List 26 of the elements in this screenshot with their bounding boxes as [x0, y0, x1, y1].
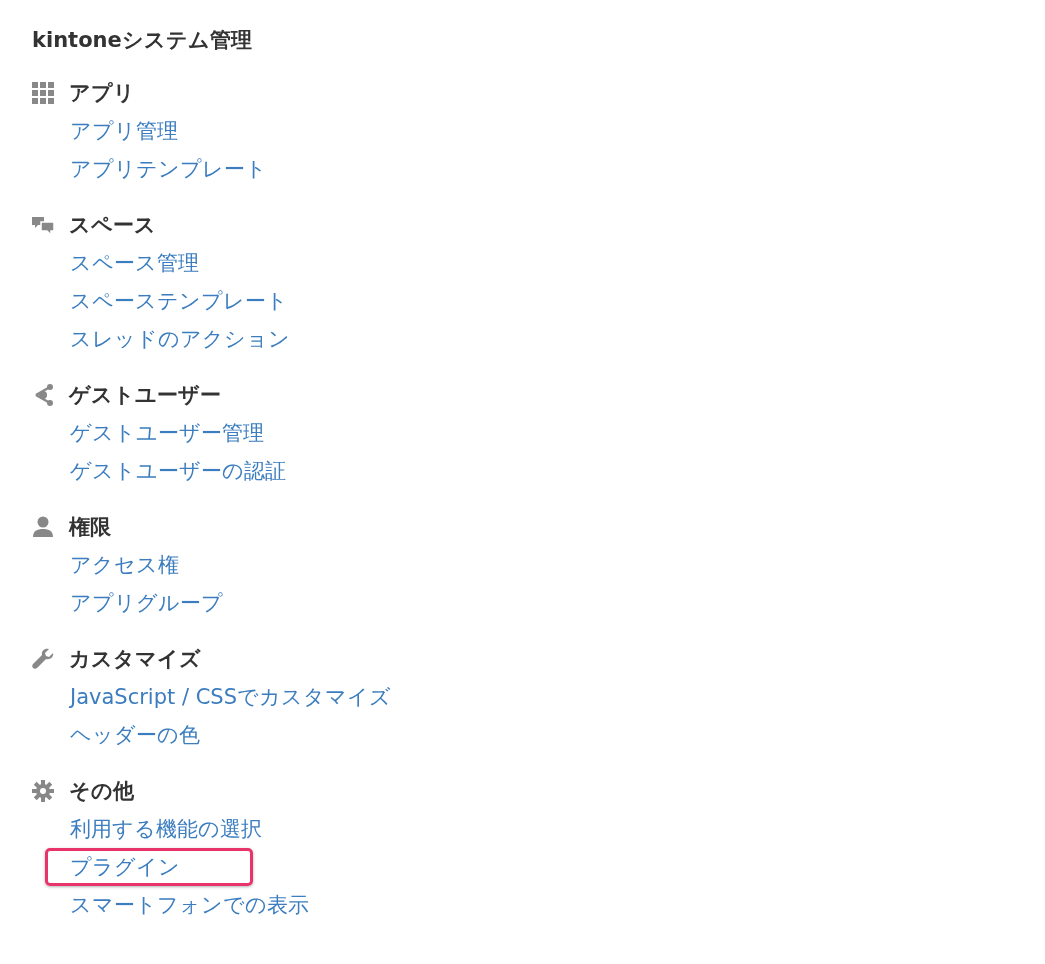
menu-link[interactable]: ゲストユーザーの認証: [70, 452, 286, 490]
menu-link[interactable]: スマートフォンでの表示: [70, 886, 309, 924]
section-heading: 権限: [69, 514, 111, 541]
section-heading: ゲストユーザー: [69, 382, 221, 409]
menu-link[interactable]: JavaScript / CSSでカスタマイズ: [70, 678, 391, 716]
person-icon: [32, 516, 54, 538]
page-title: kintoneシステム管理: [32, 27, 253, 54]
menu-link[interactable]: ゲストユーザー管理: [70, 414, 264, 452]
menu-link[interactable]: スレッドのアクション: [70, 320, 290, 358]
section-heading: その他: [69, 778, 134, 805]
gear-icon: [32, 780, 54, 802]
menu-link[interactable]: アプリ管理: [70, 112, 178, 150]
menu-link[interactable]: アプリテンプレート: [70, 150, 267, 188]
section-heading: アプリ: [69, 80, 135, 107]
section-heading: スペース: [69, 212, 156, 239]
menu-link[interactable]: スペース管理: [70, 244, 199, 282]
menu-link[interactable]: ヘッダーの色: [70, 716, 200, 754]
chat-icon: [32, 214, 54, 236]
menu-link[interactable]: 利用する機能の選択: [70, 810, 262, 848]
menu-link[interactable]: アクセス権: [70, 546, 179, 584]
wrench-icon: [32, 648, 54, 670]
menu-link[interactable]: プラグイン: [70, 851, 180, 883]
menu-link[interactable]: スペーステンプレート: [70, 282, 288, 320]
section-heading: カスタマイズ: [69, 646, 201, 673]
menu-link[interactable]: アプリグループ: [70, 584, 223, 622]
grid-icon: [32, 82, 54, 104]
